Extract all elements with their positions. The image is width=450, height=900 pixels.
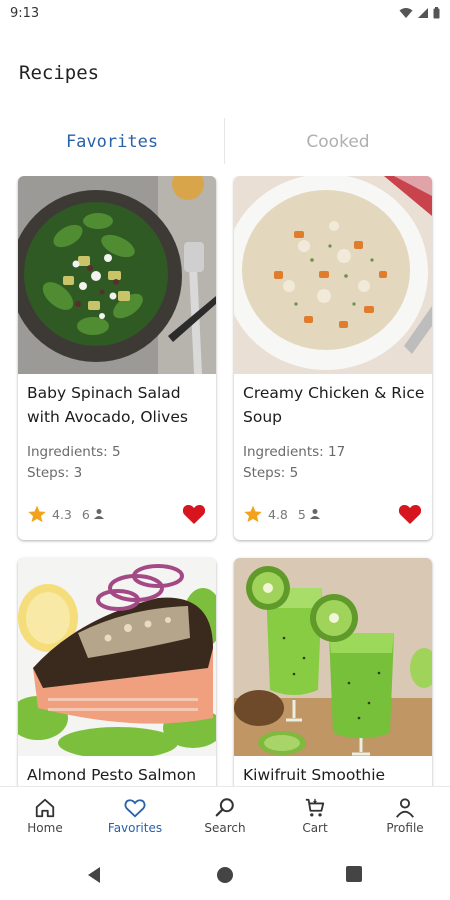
recipe-footer: 4.3 6: [27, 503, 206, 525]
recipe-footer: 4.8 5: [243, 503, 422, 525]
recipe-card[interactable]: Creamy Chicken & Rice Soup Ingredients: …: [234, 176, 432, 540]
status-time: 9:13: [10, 6, 40, 21]
star-icon: [28, 505, 46, 523]
people-count: 5: [297, 506, 306, 522]
wifi-icon: [399, 8, 413, 18]
nav-home[interactable]: Home: [0, 787, 90, 844]
recipe-meta: Ingredients: 17 Steps: 5: [243, 442, 345, 484]
ingredients-count: Ingredients: 17: [243, 444, 346, 460]
home-circle-icon[interactable]: [216, 866, 234, 884]
recipe-image-salmon: [18, 558, 216, 756]
recipe-title: Kiwifruit Smoothie: [243, 766, 386, 784]
heart-icon: [182, 504, 206, 524]
status-icons: [399, 7, 440, 19]
recipe-image-soup: [234, 176, 432, 374]
star-icon: [244, 505, 262, 523]
favorite-button[interactable]: [182, 503, 206, 525]
ingredients-count: Ingredients: 5: [27, 444, 121, 460]
steps-count: Steps: 3: [27, 465, 83, 481]
recipe-title: Creamy Chicken & Rice Soup: [243, 384, 425, 426]
nav-cart[interactable]: Cart: [270, 787, 360, 844]
page-title: Recipes: [19, 62, 100, 84]
recipe-grid: Baby Spinach Salad with Avocado, Olives …: [0, 176, 450, 786]
person-small-icon: [309, 509, 320, 519]
search-icon: [215, 797, 234, 816]
recipe-card[interactable]: Kiwifruit Smoothie: [234, 558, 432, 786]
nav-label: Search: [204, 820, 246, 835]
bottom-nav: Home Favorites Search Cart Profile: [0, 786, 450, 844]
tab-cooked[interactable]: Cooked: [226, 118, 450, 166]
system-nav-bar: [0, 844, 450, 900]
recipe-card[interactable]: Baby Spinach Salad with Avocado, Olives …: [18, 176, 216, 540]
battery-icon: [433, 7, 440, 19]
recipe-title: Baby Spinach Salad with Avocado, Olives: [27, 384, 188, 426]
person-small-icon: [93, 509, 104, 519]
heart-icon: [398, 504, 422, 524]
recipe-title: Almond Pesto Salmon: [27, 766, 197, 784]
tab-bar: Favorites Cooked: [0, 118, 450, 166]
recipe-meta: Ingredients: 5 Steps: 3: [27, 442, 121, 484]
tab-divider: [224, 118, 225, 164]
nav-label: Profile: [386, 820, 424, 835]
cart-icon: [305, 798, 325, 817]
recents-icon[interactable]: [346, 866, 362, 882]
favorite-button[interactable]: [398, 503, 422, 525]
recipe-image-salad: [18, 176, 216, 374]
nav-search[interactable]: Search: [180, 787, 270, 844]
status-bar: 9:13: [0, 0, 450, 28]
tab-favorites[interactable]: Favorites: [0, 118, 224, 166]
rating-value: 4.3: [52, 506, 72, 522]
nav-label: Favorites: [107, 820, 163, 835]
person-icon: [396, 797, 414, 818]
recipe-image-smoothie: [234, 558, 432, 756]
nav-label: Home: [27, 820, 63, 835]
signal-icon: [418, 8, 428, 18]
nav-label: Cart: [302, 820, 328, 835]
home-icon: [35, 798, 55, 817]
nav-favorites[interactable]: Favorites: [90, 787, 180, 844]
heart-outline-icon: [124, 798, 146, 818]
people-count: 6: [81, 506, 90, 522]
rating-value: 4.8: [268, 506, 288, 522]
steps-count: Steps: 5: [243, 465, 299, 481]
nav-profile[interactable]: Profile: [360, 787, 450, 844]
back-icon[interactable]: [86, 866, 102, 884]
recipe-card[interactable]: Almond Pesto Salmon: [18, 558, 216, 786]
